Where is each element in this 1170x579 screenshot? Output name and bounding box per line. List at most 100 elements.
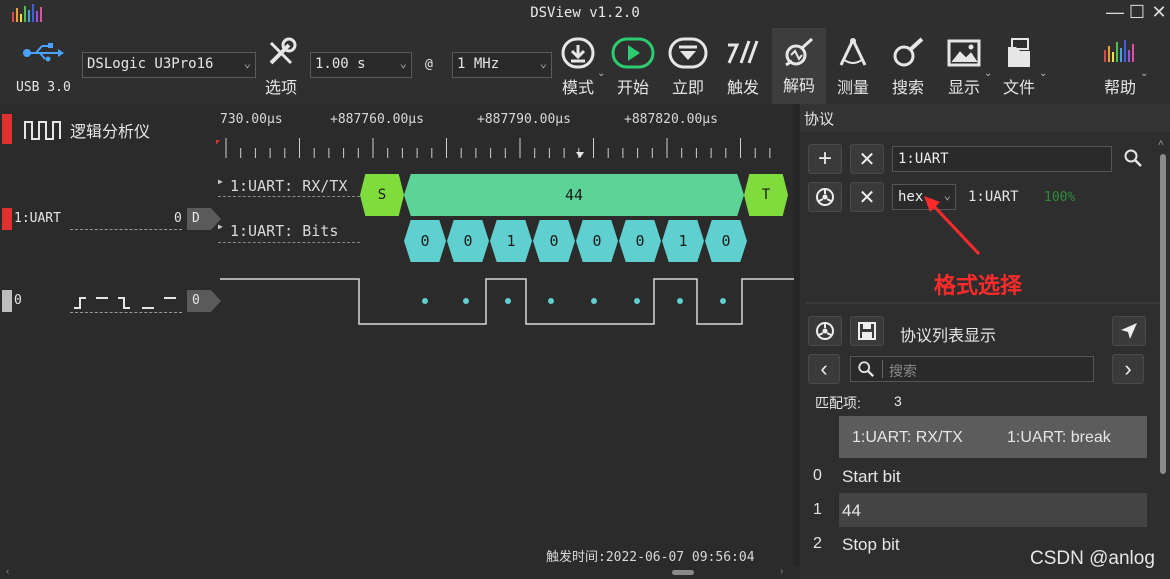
start-button[interactable]: 开始 <box>608 36 658 100</box>
scroll-up-icon[interactable]: ˄ <box>1158 138 1164 149</box>
measure-button[interactable]: 测量 <box>828 36 878 100</box>
file-button[interactable]: 文件 <box>994 36 1044 100</box>
search-button[interactable]: 搜索 <box>883 36 933 100</box>
list-settings-button[interactable] <box>808 316 842 346</box>
help-label: 帮助 <box>1103 80 1136 97</box>
decoder-settings-button[interactable] <box>808 182 842 212</box>
display-button[interactable]: 显示 <box>939 36 989 100</box>
row-arrow-icon: ▶ <box>218 177 223 186</box>
list-row[interactable]: 0 Start bit <box>800 459 1170 493</box>
ch0-label[interactable]: 0 <box>14 293 22 308</box>
bit-segment[interactable]: 1 <box>662 220 704 262</box>
samplerate-select[interactable]: 1 MHz ⌄ <box>452 52 552 78</box>
duration-select[interactable]: 1.00 s ⌄ <box>310 52 412 78</box>
decoder-row-label: 1:UART: Bits <box>230 222 339 240</box>
chevron-down-icon: ⌄ <box>597 68 606 79</box>
row-index: 1 <box>813 501 822 518</box>
row-value: Start bit <box>842 467 901 486</box>
horizontal-scrollbar[interactable]: ‹ › <box>0 566 794 579</box>
stop-bit-segment[interactable]: T <box>744 174 788 216</box>
column-header[interactable]: 1:UART: break <box>1007 429 1111 447</box>
search-icon <box>858 361 874 377</box>
minimize-button[interactable]: — <box>1104 1 1126 23</box>
trigger-button[interactable]: 触发 <box>718 36 768 100</box>
row-index: 2 <box>813 535 822 552</box>
uart-marker <box>2 208 12 230</box>
row-index: 0 <box>813 467 822 484</box>
wrench-icon <box>269 37 297 65</box>
column-header[interactable]: 1:UART: RX/TX <box>852 429 963 447</box>
start-bit-segment[interactable]: S <box>360 174 404 216</box>
square-wave-icon <box>24 121 61 140</box>
instant-button[interactable]: 立即 <box>663 36 713 100</box>
list-row[interactable]: 1 44 <box>800 493 1170 527</box>
options-button[interactable]: 选项 <box>256 36 306 100</box>
scroll-left-icon[interactable]: ‹ <box>6 566 9 577</box>
chevron-down-icon: ⌄ <box>399 56 407 70</box>
maximize-button[interactable]: ☐ <box>1126 1 1148 23</box>
start-label: 开始 <box>616 80 649 97</box>
search-separator <box>882 360 883 378</box>
bit-segment[interactable]: 0 <box>576 220 618 262</box>
scroll-thumb[interactable] <box>672 570 694 575</box>
add-decoder-button[interactable]: + <box>808 144 842 174</box>
chevron-down-icon: ⌄ <box>984 68 993 79</box>
help-button[interactable]: 帮助 <box>1095 36 1145 100</box>
analyzer-marker <box>2 114 12 144</box>
device-select[interactable]: DSLogic U3Pro16 ⌄ <box>82 52 256 78</box>
trigger-options-icon[interactable] <box>72 292 182 312</box>
ch0-waveform[interactable] <box>216 274 794 334</box>
compass-icon <box>839 38 867 66</box>
vertical-scrollbar[interactable]: ˄ <box>1156 138 1168 478</box>
trigger-time: 触发时间:2022-06-07 09:56:04 <box>546 550 755 565</box>
bit-segment[interactable]: 0 <box>404 220 446 262</box>
mode-button[interactable]: 模式 <box>553 36 603 100</box>
decode-icon <box>785 37 814 67</box>
list-search-input[interactable]: 搜索 <box>850 356 1094 382</box>
usb-label: USB 3.0 <box>16 80 71 95</box>
annotation-arrow-icon <box>924 196 981 256</box>
instant-label: 立即 <box>671 80 704 97</box>
chevron-down-icon: ⌄ <box>243 56 251 70</box>
bit-segment[interactable]: 0 <box>619 220 661 262</box>
row-value: Stop bit <box>842 535 900 554</box>
download-icon <box>561 37 595 69</box>
ch0-dashed-line <box>70 312 182 313</box>
delete-decoder-button[interactable]: ✕ <box>850 182 884 212</box>
mode-label: 模式 <box>561 80 594 97</box>
channel-panel: 逻辑分析仪 1:UART 0 D 0 0 <box>0 104 221 572</box>
save-list-button[interactable] <box>850 316 884 346</box>
toolbar: USB 3.0 DSLogic U3Pro16 ⌄ 选项 1.00 s ⌄ @ … <box>0 28 1170 104</box>
close-button[interactable]: ✕ <box>1148 1 1170 23</box>
bit-segment[interactable]: 1 <box>490 220 532 262</box>
chevron-right-icon: › <box>1124 356 1132 381</box>
match-label: 匹配项: <box>815 395 861 411</box>
bit-segment[interactable]: 0 <box>705 220 747 262</box>
remove-decoder-button[interactable]: ✕ <box>850 144 884 174</box>
close-icon: ✕ <box>858 148 876 171</box>
scroll-right-icon[interactable]: › <box>780 566 783 577</box>
match-count: 3 <box>894 393 902 409</box>
time-ruler[interactable] <box>216 104 794 174</box>
navigation-arrow-icon <box>1121 323 1137 339</box>
decoder-search-field[interactable]: 1:UART <box>892 146 1112 172</box>
section-divider <box>806 302 1162 304</box>
waveform-view[interactable]: 730.00μs +887760.00μs +887790.00μs +8878… <box>216 104 794 566</box>
usb-icon[interactable] <box>22 42 64 64</box>
search-icon[interactable] <box>1123 148 1143 168</box>
ch0-marker <box>2 290 12 312</box>
scroll-thumb[interactable] <box>1160 154 1166 474</box>
trigger-label: 触发 <box>726 80 759 97</box>
next-match-button[interactable]: › <box>1112 354 1144 384</box>
byte-segment[interactable]: 44 <box>404 174 744 216</box>
decode-button[interactable]: 解码 <box>772 28 826 104</box>
prev-match-button[interactable]: ‹ <box>808 354 840 384</box>
decode-label: 解码 <box>782 78 815 95</box>
device-value: DSLogic U3Pro16 <box>87 56 214 72</box>
trigger-icon <box>727 40 759 64</box>
decoder-row-label: 1:UART: RX/TX <box>230 177 348 195</box>
bit-segment[interactable]: 0 <box>533 220 575 262</box>
bit-segment[interactable]: 0 <box>447 220 489 262</box>
navigate-button[interactable] <box>1112 316 1146 346</box>
uart-channel-label[interactable]: 1:UART <box>14 211 61 226</box>
